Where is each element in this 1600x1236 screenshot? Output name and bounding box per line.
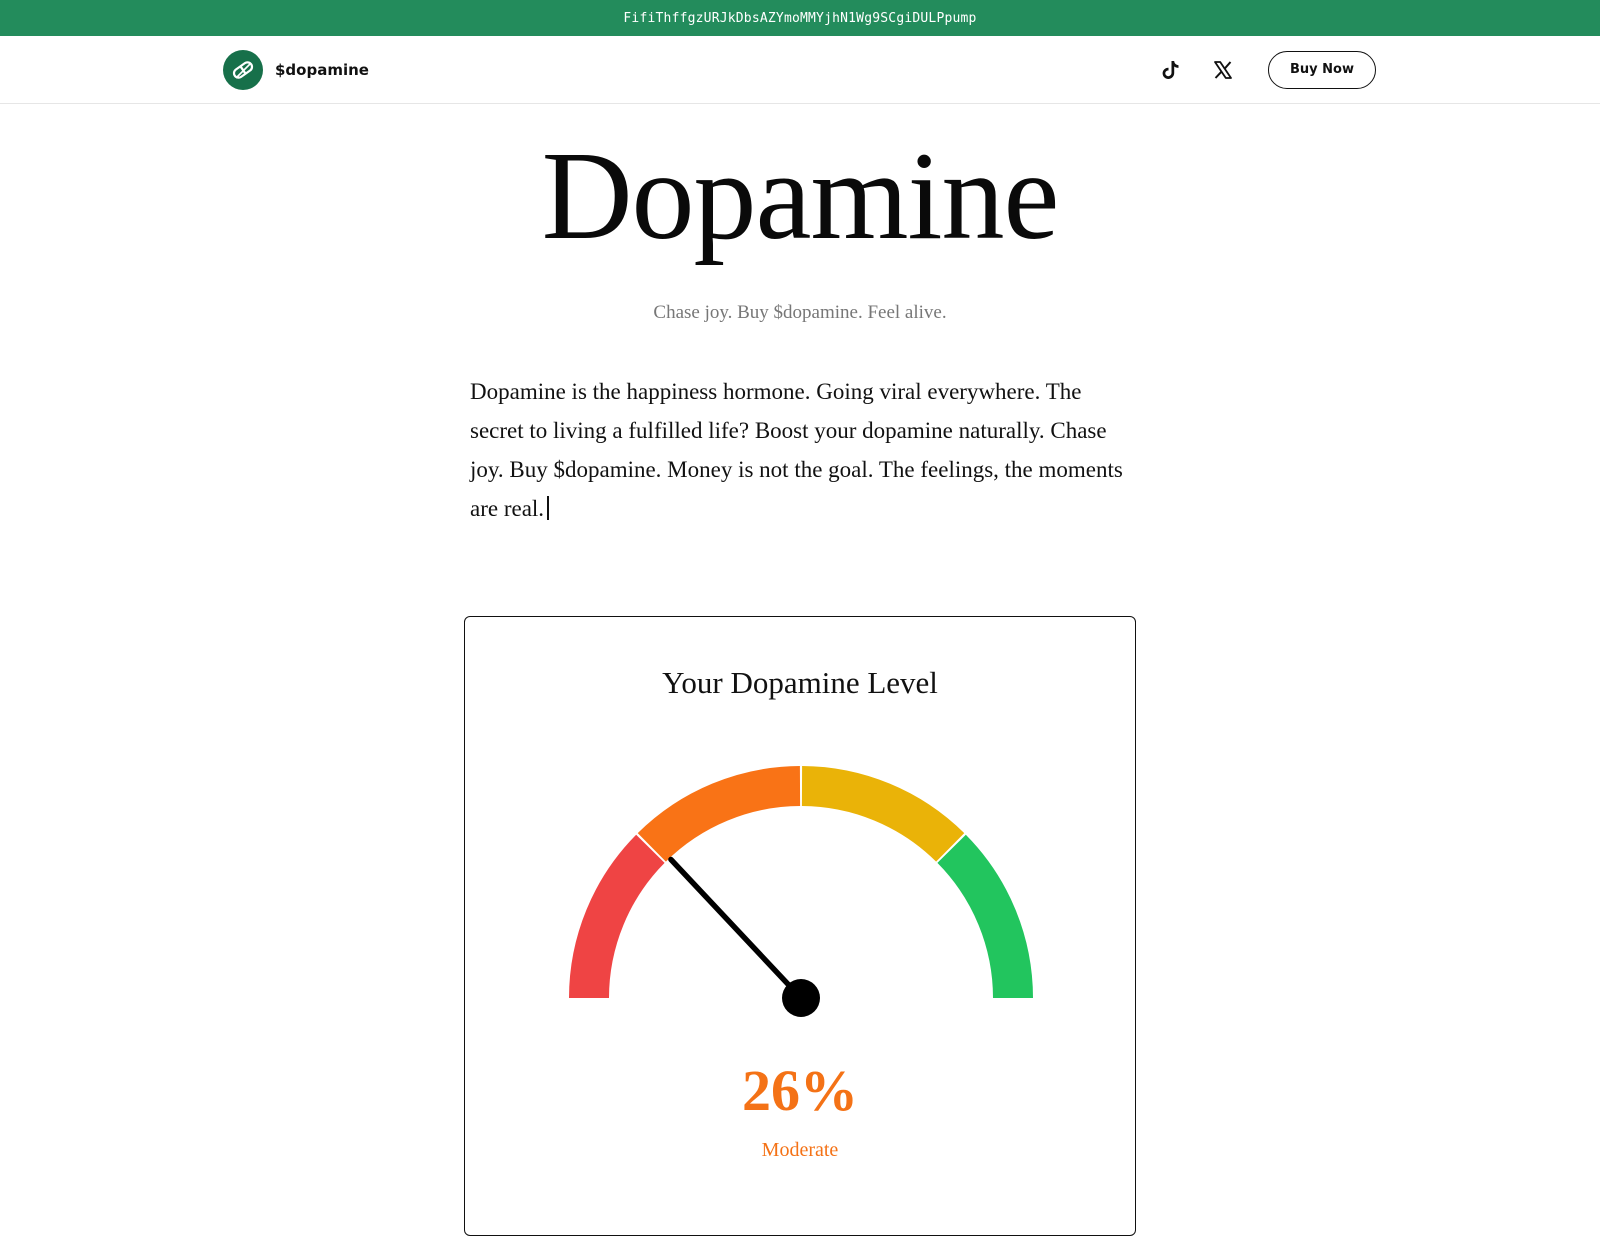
gauge-segment-2 [637, 766, 801, 862]
gauge-needle [668, 856, 804, 1001]
buy-now-button[interactable]: Buy Now [1268, 50, 1376, 89]
text-cursor [547, 496, 549, 520]
dopamine-gauge [569, 766, 1033, 1017]
description-block: Dopamine is the happiness hormone. Going… [470, 372, 1130, 528]
brand[interactable]: $dopamine [223, 49, 369, 90]
gauge-segment-4 [937, 834, 1033, 999]
contract-address-banner[interactable]: FifiThffgzURJkDbsAZYmoMMYjhN1Wg9SCgiDULP… [0, 0, 1600, 36]
tagline: Chase joy. Buy $dopamine. Feel alive. [653, 302, 947, 323]
gauge-segment-3 [801, 766, 965, 862]
tiktok-icon[interactable] [1159, 58, 1183, 82]
dopamine-gauge-card: Your Dopamine Level 26% Moderate [464, 616, 1136, 1236]
dopamine-status: Moderate [761, 1139, 839, 1161]
navbar: $dopamine Buy Now [0, 36, 1600, 104]
nav-actions: Buy Now [1159, 50, 1376, 89]
page-title: Dopamine [541, 127, 1060, 266]
contract-address[interactable]: FifiThffgzURJkDbsAZYmoMMYjhN1Wg9SCgiDULP… [623, 11, 976, 26]
gauge-segment-1 [569, 834, 665, 999]
brand-name: $dopamine [275, 60, 369, 79]
description-text: Dopamine is the happiness hormone. Going… [470, 379, 1123, 521]
gauge-hub [782, 979, 820, 1017]
x-icon[interactable] [1211, 58, 1235, 82]
dopamine-percentage: 26% [742, 1058, 858, 1123]
pill-icon [223, 49, 263, 90]
